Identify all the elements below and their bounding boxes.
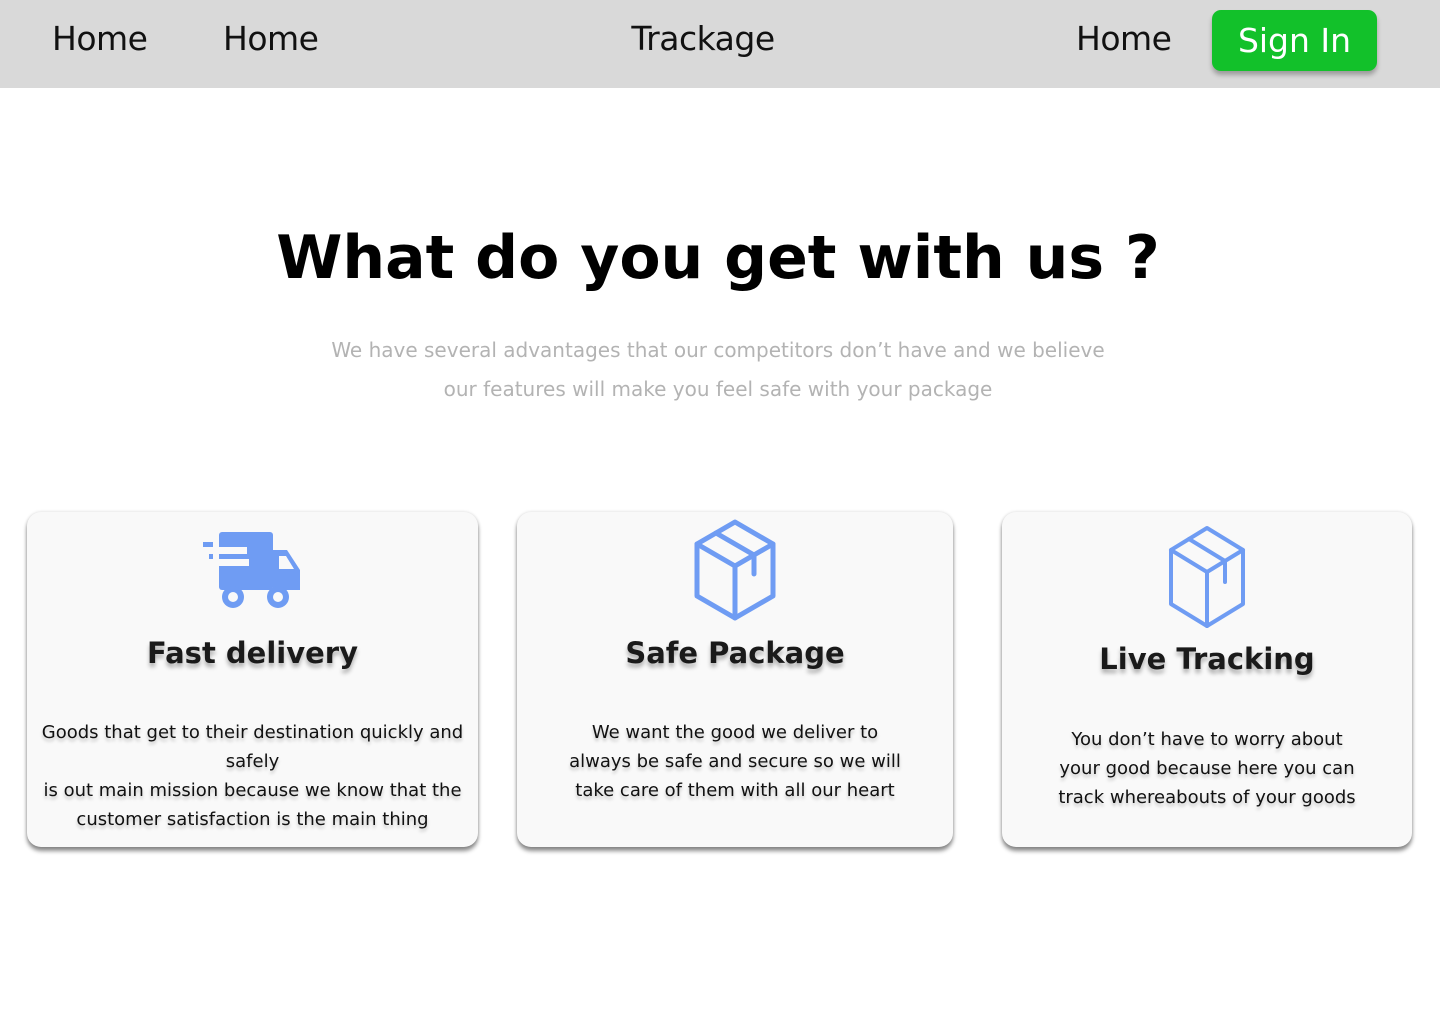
feature-card-live-tracking: Live Tracking You don’t have to worry ab… bbox=[1002, 512, 1412, 847]
feature-title: Fast delivery bbox=[147, 636, 358, 670]
sign-in-button[interactable]: Sign In bbox=[1212, 10, 1377, 71]
feature-title: Live Tracking bbox=[1099, 642, 1315, 676]
subtitle-line-2: our features will make you feel safe wit… bbox=[443, 377, 993, 401]
page-subtitle: We have several advantages that our comp… bbox=[300, 331, 1136, 409]
feature-description-line: track whereabouts of your goods bbox=[1058, 787, 1356, 808]
subtitle-line-1: We have several advantages that our comp… bbox=[331, 338, 1105, 362]
feature-description-line: Goods that get to their destination quic… bbox=[41, 722, 464, 772]
feature-description-line: your good because here you can bbox=[1059, 758, 1355, 779]
feature-description: Goods that get to their destination quic… bbox=[27, 718, 478, 834]
top-navbar: Home Home Trackage Home Sign In bbox=[0, 0, 1440, 88]
feature-description-line: We want the good we deliver to bbox=[591, 722, 879, 743]
nav-link-home-2[interactable]: Home bbox=[223, 18, 319, 60]
package-box-icon bbox=[693, 518, 777, 628]
feature-card-fast-delivery: Fast delivery Goods that get to their de… bbox=[27, 512, 478, 847]
feature-description-line: always be safe and secure so we will bbox=[569, 751, 901, 772]
feature-description-line: You don’t have to worry about bbox=[1071, 729, 1343, 750]
brand-logo-text: Trackage bbox=[631, 19, 775, 58]
feature-title: Safe Package bbox=[625, 636, 845, 670]
page-title: What do you get with us ? bbox=[276, 223, 1160, 293]
package-box-icon bbox=[1167, 524, 1247, 634]
feature-description: We want the good we deliver to always be… bbox=[517, 718, 953, 805]
feature-card-safe-package: Safe Package We want the good we deliver… bbox=[517, 512, 953, 847]
feature-description-line: customer satisfaction is the main thing bbox=[76, 809, 429, 830]
feature-description: You don’t have to worry about your good … bbox=[1002, 725, 1412, 812]
feature-description-line: is out main mission because we know that… bbox=[43, 780, 462, 801]
delivery-truck-icon bbox=[202, 530, 303, 616]
nav-link-home-1[interactable]: Home bbox=[52, 18, 148, 60]
feature-description-line: take care of them with all our heart bbox=[575, 780, 895, 801]
nav-link-home-3[interactable]: Home bbox=[1076, 18, 1172, 60]
